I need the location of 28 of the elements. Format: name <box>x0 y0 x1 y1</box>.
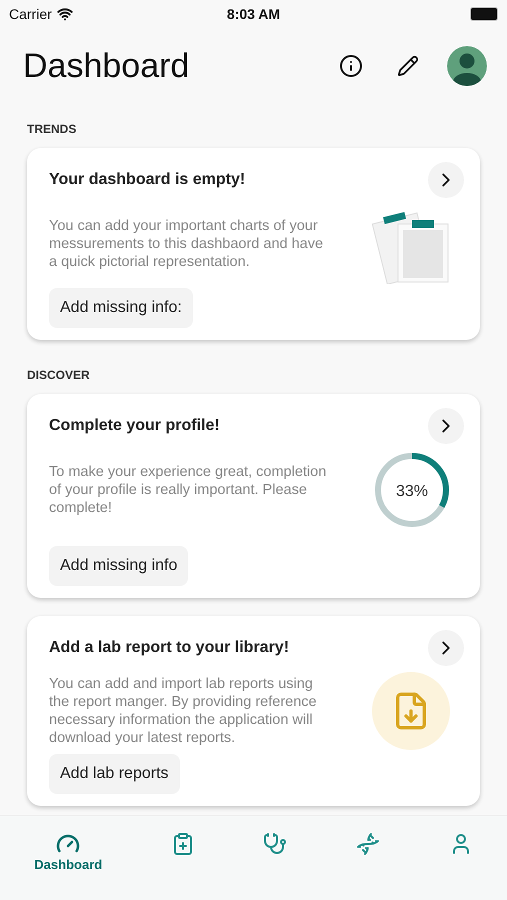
progress-reading: 33% <box>396 483 428 500</box>
tab-item[interactable]: Dashboard <box>34 832 102 872</box>
dna-icon <box>356 832 380 856</box>
chevron-button[interactable] <box>428 162 464 198</box>
card-description: You can add your important charts of your messurements to this dashbaord and have a quick pictorial representation. <box>49 217 324 271</box>
wifi-icon <box>56 6 73 22</box>
action-button[interactable]: Add missing info <box>49 546 188 586</box>
clock: 8:03 AM <box>226 6 280 22</box>
stethoscope-icon <box>263 832 288 856</box>
card-title: Add a lab report to your library! <box>49 639 290 657</box>
section-heading: DISCOVER <box>27 368 91 382</box>
card-title: Your dashboard is empty! <box>49 171 246 189</box>
chevron-button[interactable] <box>428 630 464 666</box>
info-icon <box>339 54 363 78</box>
avatar[interactable] <box>447 46 487 86</box>
card-description: You can add and import lab reports using the report manger. By providing reference necessary information the application will download your latest reports. <box>49 675 318 747</box>
tab-item[interactable] <box>356 832 380 856</box>
action-button[interactable]: Add missing info: <box>49 288 193 328</box>
page-title: Dashboard <box>23 46 190 86</box>
section-heading: TRENDS <box>27 122 78 136</box>
carrier: Carrier <box>9 6 52 22</box>
card-title: Complete your profile! <box>49 417 220 435</box>
pencil-icon <box>397 55 419 77</box>
card-description: To make your experience great, completion of your profile is really important. Please complete! <box>49 463 328 517</box>
tab-item[interactable] <box>263 832 288 856</box>
battery-icon <box>470 7 498 21</box>
action-button[interactable]: Add lab reports <box>49 754 180 794</box>
chevron-button[interactable] <box>428 408 464 444</box>
